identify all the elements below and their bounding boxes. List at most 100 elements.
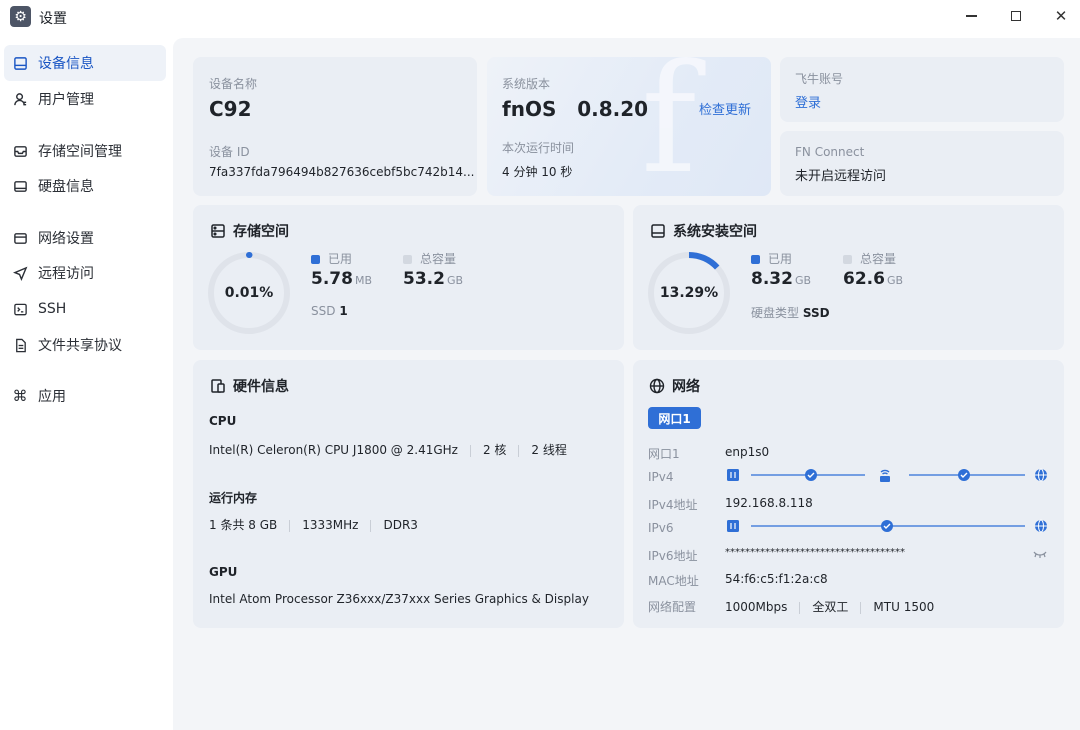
total-number: 53.2 — [403, 269, 445, 289]
check-icon — [958, 469, 970, 481]
storage-icon — [210, 223, 226, 239]
storage-icon — [12, 143, 28, 159]
sidebar-item-label: 远程访问 — [38, 266, 94, 282]
sidebar-item-label: 硬盘信息 — [38, 179, 94, 195]
ipv4-address-label: IPv4地址 — [648, 498, 698, 512]
mtu-value: MTU 1500 — [873, 600, 935, 614]
uptime-value: 4 分钟 10 秒 — [502, 165, 573, 179]
ipv4-connection-diagram — [727, 468, 1047, 482]
ipv6-connection-diagram — [727, 519, 1047, 533]
close-button[interactable]: ✕ — [1038, 0, 1080, 32]
eye-closed-icon[interactable] — [1032, 548, 1048, 560]
sysinstall-title: 系统安装空间 — [650, 221, 757, 241]
device-id-label: 设备 ID — [209, 145, 250, 159]
main-content: 设备名称 C92 设备 ID 7fa337fda796494b827636ceb… — [173, 38, 1080, 730]
separator — [518, 444, 520, 457]
storage-title: 存储空间 — [210, 221, 289, 241]
tab-port-1[interactable]: 网口1 — [648, 407, 701, 429]
device-node-icon — [727, 469, 739, 481]
network-config-label: 网络配置 — [648, 600, 697, 614]
sysinstall-percent: 13.29% — [659, 285, 719, 301]
port-value: enp1s0 — [725, 445, 770, 459]
device-node-icon — [727, 520, 739, 532]
hardware-card: 硬件信息 CPU Intel(R) Celeron(R) CPU J1800 @… — [193, 360, 624, 628]
network-title-text: 网络 — [672, 379, 700, 395]
maximize-button[interactable] — [993, 0, 1039, 32]
login-link[interactable]: 登录 — [795, 92, 821, 111]
sidebar-item-disk-info[interactable]: 硬盘信息 — [4, 168, 166, 204]
total-legend-dot — [843, 255, 852, 264]
mac-label: MAC地址 — [648, 574, 699, 588]
disk-icon — [650, 223, 666, 239]
ipv4-label: IPv4 — [648, 470, 674, 484]
version-value: fnOS 0.8.20 — [502, 97, 649, 121]
hardware-title-text: 硬件信息 — [233, 379, 289, 395]
network-title: 网络 — [649, 376, 700, 396]
sysinstall-used-value: 8.32 GB — [751, 269, 811, 289]
device-name: C92 — [209, 97, 252, 121]
disk-prefix: SSD — [311, 304, 336, 318]
storage-disk-info: SSD 1 — [311, 304, 348, 318]
total-number: 62.6 — [843, 269, 885, 289]
hardware-icon — [210, 378, 226, 394]
file-icon — [12, 337, 28, 353]
device-name-label: 设备名称 — [209, 77, 258, 91]
port-label: 网口1 — [648, 447, 680, 461]
uptime-label: 本次运行时间 — [502, 141, 575, 155]
network-card: 网络 网口1 网口1 enp1s0 IPv4 IPv4地址 192.168.8.… — [633, 360, 1064, 628]
total-legend-dot — [403, 255, 412, 264]
sidebar-item-storage-management[interactable]: 存储空间管理 — [4, 133, 166, 169]
sidebar-item-file-sharing[interactable]: 文件共享协议 — [4, 327, 166, 363]
device-icon — [12, 55, 28, 71]
cpu-details: Intel(R) Celeron(R) CPU J1800 @ 2.41GHz 2… — [209, 441, 567, 458]
storage-title-text: 存储空间 — [233, 224, 289, 240]
ipv4-address: 192.168.8.118 — [725, 496, 813, 510]
memory-type: DDR3 — [383, 518, 418, 532]
sysinstall-total-value: 62.6 GB — [843, 269, 903, 289]
used-legend-label: 已用 — [328, 252, 353, 266]
sidebar-item-device-info[interactable]: 设备信息 — [4, 45, 166, 81]
version-label: 系统版本 — [502, 77, 551, 91]
total-unit: GB — [446, 274, 464, 287]
account-card: 飞牛账号 登录 — [780, 57, 1064, 122]
ipv6-address: ************************************ — [725, 547, 905, 558]
disk-type-value: SSD — [802, 306, 830, 320]
command-icon: ⌘ — [12, 387, 28, 405]
sidebar-item-ssh[interactable]: SSH — [4, 291, 166, 327]
sysinstall-disk-type: 硬盘类型 SSD — [751, 304, 830, 321]
disk-icon — [12, 178, 28, 194]
internet-globe-icon — [1035, 468, 1047, 482]
fnconnect-status: 未开启远程访问 — [795, 169, 887, 184]
gpu-model: Intel Atom Processor Z36xxx/Z37xxx Serie… — [209, 592, 589, 606]
account-label: 飞牛账号 — [795, 72, 844, 86]
sidebar-item-network-settings[interactable]: 网络设置 — [4, 220, 166, 256]
cpu-cores: 2 核 — [482, 443, 507, 457]
sidebar-item-label: 设备信息 — [38, 56, 94, 72]
sidebar-item-remote-access[interactable]: 远程访问 — [4, 255, 166, 291]
cpu-model: Intel(R) Celeron(R) CPU J1800 @ 2.41GHz — [209, 443, 458, 457]
separator — [289, 519, 291, 532]
router-icon — [880, 469, 890, 482]
separator — [469, 444, 471, 457]
sidebar-item-apps[interactable]: ⌘ 应用 — [4, 378, 166, 414]
check-update-link[interactable]: 检查更新 — [699, 99, 751, 118]
separator — [860, 601, 862, 614]
device-card: 设备名称 C92 设备 ID 7fa337fda796494b827636ceb… — [193, 57, 477, 196]
used-legend-dot — [311, 255, 320, 264]
internet-globe-icon — [1035, 519, 1047, 533]
ipv6-address-label: IPv6地址 — [648, 549, 698, 563]
mac-address: 54:f6:c5:f1:2a:c8 — [725, 572, 828, 586]
memory-label: 运行内存 — [209, 491, 258, 505]
memory-details: 1 条共 8 GB 1333MHz DDR3 — [209, 516, 418, 533]
duplex-mode: 全双工 — [812, 600, 849, 614]
total-legend-label: 总容量 — [860, 252, 897, 266]
sidebar-item-user-management[interactable]: 用户管理 — [4, 81, 166, 117]
total-unit: GB — [886, 274, 904, 287]
sidebar: 设备信息 用户管理 存储空间管理 硬盘信息 网络设置 远程访问 SSH 文件共享… — [0, 34, 173, 730]
title-bar: ⚙ 设置 ✕ — [0, 0, 1080, 34]
link-speed: 1000Mbps — [725, 600, 788, 614]
close-icon: ✕ — [1054, 7, 1068, 25]
separator — [370, 519, 372, 532]
minimize-button[interactable] — [948, 0, 994, 32]
sidebar-item-label: 网络设置 — [38, 231, 94, 247]
